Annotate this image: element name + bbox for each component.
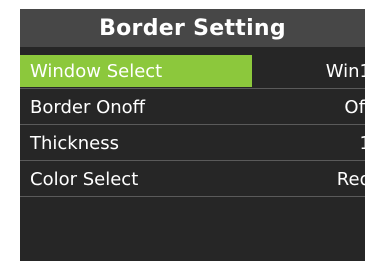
menu-row-value: Win1 — [325, 60, 365, 82]
menu-row-label: Thickness — [30, 132, 119, 154]
menu-row-label: Window Select — [20, 55, 252, 87]
menu-row-label: Border Onoff — [30, 96, 146, 118]
menu-row-label: Color Select — [30, 168, 139, 190]
menu-row-value: 1 — [360, 125, 365, 161]
menu-row-value: Red — [336, 168, 365, 190]
menu-title: Border Setting — [20, 9, 365, 47]
osd-panel: Border Setting Window Select Win1 Border… — [20, 9, 365, 261]
menu-row-color-select[interactable]: Color Select Red — [20, 161, 365, 197]
menu-row-value: Off — [344, 96, 365, 118]
menu-row-thickness[interactable]: Thickness 1 — [20, 125, 365, 161]
menu-row-empty — [20, 197, 365, 233]
menu-row-window-select[interactable]: Window Select Win1 — [20, 53, 365, 89]
menu-row-border-onoff[interactable]: Border Onoff Off — [20, 89, 365, 125]
